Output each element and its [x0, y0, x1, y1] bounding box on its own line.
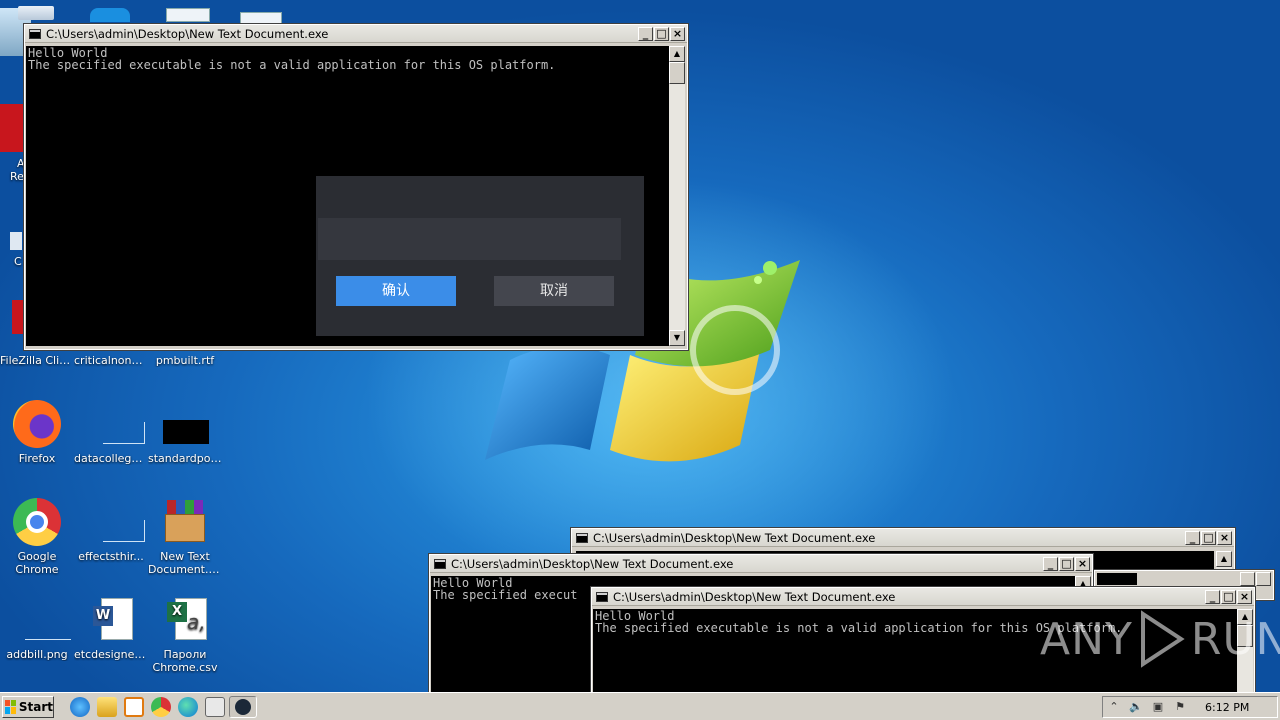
partial-label-group: A Re [10, 157, 25, 183]
steam-icon [235, 698, 251, 715]
ie-icon[interactable] [70, 696, 90, 717]
desktop-icon-label: Re [10, 170, 24, 183]
window-titlebar[interactable]: C:\Users\admin\Desktop\New Text Document… [430, 555, 1092, 573]
minimize-button[interactable]: _ [638, 26, 653, 41]
clock[interactable]: 6:12 PM [1205, 701, 1249, 714]
maximize-button[interactable]: □ [1221, 589, 1236, 604]
winrar-icon [161, 498, 209, 546]
prompt-dialog: 确认 取消 [316, 176, 644, 336]
minimize-button[interactable]: _ [1043, 556, 1058, 571]
show-hidden-icons-icon[interactable]: ⌃ [1107, 700, 1121, 714]
explorer-icon[interactable] [97, 696, 117, 717]
system-tray: ⌃ 🔈 ▣ ⚑ 6:12 PM [1102, 696, 1278, 718]
desktop-icon-label: C [14, 255, 22, 268]
start-button[interactable]: Start [2, 695, 54, 718]
file-icon [87, 498, 145, 546]
window-title: C:\Users\admin\Desktop\New Text Document… [593, 530, 876, 545]
scroll-up-arrow[interactable]: ▲ [1216, 551, 1232, 567]
scroll-up-arrow[interactable]: ▲ [669, 46, 685, 62]
image-icon [161, 400, 209, 448]
play-icon [1140, 610, 1185, 668]
minimize-button[interactable]: _ [1205, 589, 1220, 604]
desktop-icon-label: datacollege.... [74, 452, 148, 465]
desktop-icon-label: standardpoi... [148, 452, 222, 465]
file-icon[interactable] [240, 12, 282, 24]
desktop-icon-label: addbill.png [6, 648, 68, 661]
start-label: Start [18, 699, 53, 714]
desktop-icon-label: criticalnone.... [74, 354, 148, 367]
edge-icon[interactable] [90, 8, 130, 22]
console-icon[interactable] [205, 696, 225, 717]
window-titlebar[interactable]: C:\Users\admin\Desktop\New Text Document… [592, 588, 1254, 606]
watermark-text-left: ANY [1040, 613, 1133, 665]
steam-taskbar-button[interactable] [229, 695, 257, 718]
word-icon: W [87, 596, 135, 644]
desktop-icon-label: effectsthir... [78, 550, 144, 563]
close-button[interactable]: × [1217, 530, 1232, 545]
window-title: C:\Users\admin\Desktop\New Text Document… [613, 589, 896, 604]
chrome-icon [13, 498, 61, 546]
close-button[interactable] [1256, 572, 1271, 586]
console-icon [434, 558, 446, 569]
anyrun-watermark: ANY RUN [1040, 610, 1280, 668]
desktop-icon-chrome[interactable]: Google Chrome [0, 498, 74, 576]
desktop-icon-label: FileZilla Client [0, 354, 74, 367]
minimize-button[interactable]: _ [1185, 530, 1200, 545]
scroll-down-arrow[interactable]: ▼ [669, 330, 685, 346]
maximize-button[interactable] [1240, 572, 1255, 586]
desktop-icon-etcdesigned[interactable]: W etcdesigned... [74, 596, 148, 661]
console-icon [596, 591, 608, 602]
desktop-icon-datacollege[interactable]: datacollege.... [74, 400, 148, 465]
desktop-icon-label: etcdesigned... [74, 648, 148, 661]
volume-icon[interactable]: 🔈 [1129, 700, 1143, 714]
console-icon [29, 28, 41, 39]
maximize-button[interactable]: □ [1201, 530, 1216, 545]
close-button[interactable]: × [1075, 556, 1090, 571]
desktop-icon-label: New Text Document.b... [148, 550, 222, 576]
edge-icon[interactable] [178, 696, 198, 717]
desktop-icon-chrome-passwords-csv[interactable]: X a, Пароли Chrome.csv [148, 596, 222, 674]
window-title: C:\Users\admin\Desktop\New Text Document… [46, 26, 329, 41]
dialog-input[interactable] [318, 218, 621, 260]
action-center-icon[interactable]: ⚑ [1173, 700, 1187, 714]
window-title: C:\Users\admin\Desktop\New Text Document… [451, 556, 734, 571]
desktop-icon-winrar-archive[interactable]: New Text Document.b... [148, 498, 222, 576]
desktop-icon-label: A [17, 157, 25, 170]
desktop-icon-addbill[interactable]: addbill.png [0, 596, 74, 661]
window-titlebar[interactable]: C:\Users\admin\Desktop\New Text Document… [25, 25, 687, 43]
desktop-icon-firefox[interactable]: Firefox [0, 400, 74, 465]
close-button[interactable]: × [670, 26, 685, 41]
excel-icon: X a, [161, 596, 209, 644]
desktop-icon-label: Firefox [18, 452, 56, 465]
confirm-button[interactable]: 确认 [336, 276, 456, 306]
close-button[interactable]: × [1237, 589, 1252, 604]
taskbar: Start ⌃ 🔈 ▣ ⚑ 6:12 PM [0, 692, 1280, 720]
desktop-icon-standardpoi[interactable]: standardpoi... [148, 400, 222, 465]
cancel-button[interactable]: 取消 [494, 276, 614, 306]
desktop: Re A Re C FileZilla Client criticalnone.… [0, 0, 1280, 692]
desktop-icon-label: Google Chrome [15, 550, 59, 576]
desktop-icon-label: pmbuilt.rtf [155, 354, 215, 367]
vertical-scrollbar[interactable]: ▲ ▼ [669, 46, 685, 346]
chrome-icon[interactable] [151, 696, 171, 717]
maximize-button[interactable]: □ [654, 26, 669, 41]
png-icon [13, 596, 71, 644]
network-icon[interactable]: ▣ [1151, 700, 1165, 714]
media-player-icon[interactable] [124, 696, 144, 717]
console-line: The specified executable is not a valid … [28, 58, 556, 72]
file-icon[interactable] [166, 8, 210, 22]
firefox-icon [13, 400, 61, 448]
console-output [1097, 573, 1137, 585]
desktop-icon-label: Пароли Chrome.csv [152, 648, 218, 674]
scroll-thumb[interactable] [669, 62, 685, 84]
watermark-text-right: RUN [1190, 613, 1280, 665]
windows-flag-icon [5, 699, 16, 714]
window-titlebar[interactable]: C:\Users\admin\Desktop\New Text Document… [572, 529, 1234, 547]
maximize-button[interactable]: □ [1059, 556, 1074, 571]
desktop-icon-effectsthir[interactable]: effectsthir... [74, 498, 148, 563]
console-icon [576, 532, 588, 543]
file-icon[interactable] [10, 232, 22, 250]
recycle-bin-icon[interactable] [18, 6, 54, 20]
file-icon [87, 400, 145, 448]
